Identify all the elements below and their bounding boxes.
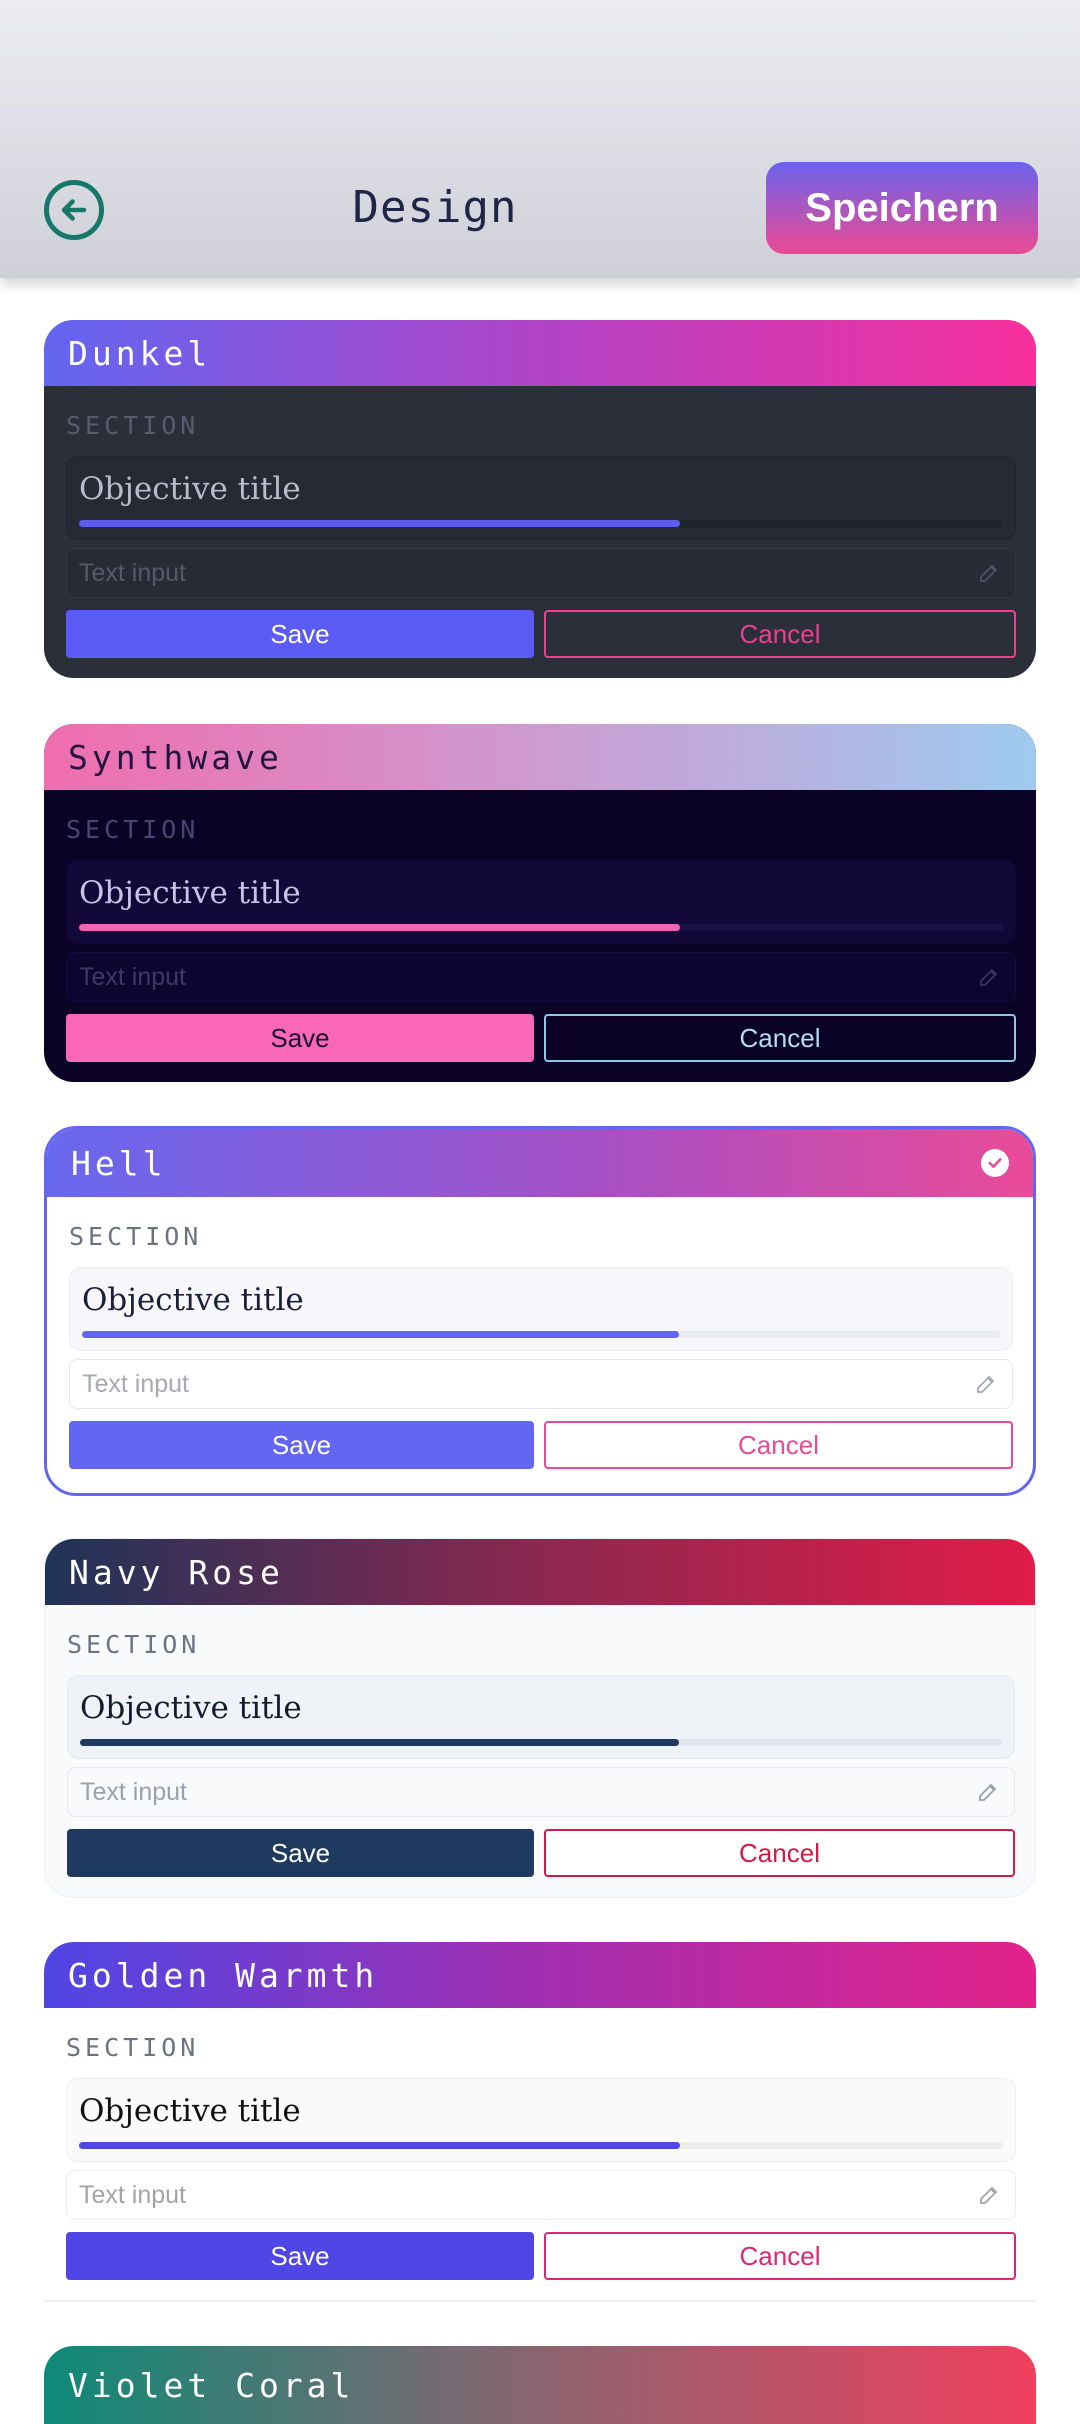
- preview-cancel-button[interactable]: Cancel: [544, 610, 1016, 658]
- theme-preview: SECTION Objective title Text input Save …: [44, 790, 1036, 1082]
- theme-preview: SECTION Objective title Text input Save …: [44, 386, 1036, 678]
- theme-name: Navy Rose: [69, 1552, 284, 1592]
- text-input[interactable]: Text input: [66, 952, 1016, 1002]
- preview-save-button[interactable]: Save: [66, 610, 534, 658]
- text-input-placeholder: Text input: [79, 962, 187, 991]
- theme-name: Golden Warmth: [68, 1955, 379, 1995]
- progress-bar: [82, 1331, 1000, 1338]
- objective-title: Objective title: [79, 875, 301, 911]
- preview-cancel-button[interactable]: Cancel: [544, 1829, 1015, 1877]
- section-label: SECTION: [69, 1222, 203, 1251]
- theme-card-violet-coral[interactable]: Violet Coral: [44, 2346, 1036, 2424]
- progress-fill: [82, 1331, 679, 1338]
- theme-card-navy-rose[interactable]: Navy Rose SECTION Objective title Text i…: [44, 1538, 1036, 1898]
- theme-card-synthwave[interactable]: Synthwave SECTION Objective title Text i…: [44, 724, 1036, 1082]
- progress-bar: [79, 2142, 1003, 2149]
- objective-title: Objective title: [79, 2093, 301, 2129]
- theme-card-golden-warmth[interactable]: Golden Warmth SECTION Objective title Te…: [44, 1942, 1036, 2302]
- preview-save-button[interactable]: Save: [69, 1421, 534, 1469]
- objective-card: Objective title: [69, 1267, 1013, 1351]
- theme-card-header: Dunkel: [44, 320, 1036, 386]
- section-label: SECTION: [67, 1630, 201, 1659]
- theme-card-header: Golden Warmth: [44, 1942, 1036, 2008]
- theme-name: Synthwave: [68, 737, 283, 777]
- button-row: Save Cancel: [67, 1829, 1015, 1877]
- text-input[interactable]: Text input: [69, 1359, 1013, 1409]
- button-row: Save Cancel: [66, 1014, 1016, 1062]
- pencil-icon: [977, 1375, 995, 1393]
- progress-bar: [80, 1739, 1002, 1746]
- objective-card: Objective title: [66, 2078, 1016, 2162]
- button-row: Save Cancel: [66, 2232, 1016, 2280]
- preview-cancel-button[interactable]: Cancel: [544, 2232, 1016, 2280]
- progress-bar: [79, 924, 1003, 931]
- preview-cancel-button[interactable]: Cancel: [544, 1014, 1016, 1062]
- progress-fill: [79, 924, 680, 931]
- theme-name: Violet Coral: [68, 2365, 355, 2405]
- text-input-placeholder: Text input: [80, 1777, 188, 1806]
- top-app-bar: Design Speichern: [0, 0, 1080, 278]
- progress-fill: [79, 520, 680, 527]
- objective-title: Objective title: [82, 1282, 304, 1318]
- theme-card-dunkel[interactable]: Dunkel SECTION Objective title Text inpu…: [44, 320, 1036, 678]
- theme-preview: SECTION Objective title Text input Save …: [45, 1605, 1035, 1897]
- theme-card-header: Synthwave: [44, 724, 1036, 790]
- button-row: Save Cancel: [66, 610, 1016, 658]
- objective-card: Objective title: [66, 456, 1016, 540]
- pencil-icon: [980, 968, 998, 986]
- theme-card-header: Navy Rose: [45, 1539, 1035, 1605]
- preview-save-button[interactable]: Save: [66, 1014, 534, 1062]
- text-input-placeholder: Text input: [82, 1369, 190, 1398]
- theme-preview: SECTION Objective title Text input Save …: [44, 2008, 1036, 2302]
- pencil-icon: [980, 564, 998, 582]
- section-label: SECTION: [66, 815, 200, 844]
- theme-card-hell[interactable]: Hell SECTION Objective title Text input …: [44, 1126, 1036, 1496]
- objective-title: Objective title: [79, 471, 301, 507]
- section-label: SECTION: [66, 2033, 200, 2062]
- objective-card: Objective title: [67, 1675, 1015, 1759]
- pencil-icon: [979, 1783, 997, 1801]
- check-circle-icon: [981, 1149, 1009, 1177]
- preview-save-button[interactable]: Save: [67, 1829, 534, 1877]
- theme-preview: SECTION Objective title Text input Save …: [47, 1197, 1033, 1493]
- progress-bar: [79, 520, 1003, 527]
- progress-fill: [79, 2142, 680, 2149]
- theme-card-header: Violet Coral: [44, 2346, 1036, 2424]
- save-button[interactable]: Speichern: [766, 162, 1038, 254]
- page-title: Design: [352, 182, 518, 233]
- text-input[interactable]: Text input: [67, 1767, 1015, 1817]
- theme-name: Hell: [71, 1143, 167, 1183]
- pencil-icon: [980, 2186, 998, 2204]
- preview-save-button[interactable]: Save: [66, 2232, 534, 2280]
- theme-name: Dunkel: [68, 333, 212, 373]
- objective-card: Objective title: [66, 860, 1016, 944]
- section-label: SECTION: [66, 411, 200, 440]
- text-input-placeholder: Text input: [79, 2180, 187, 2209]
- text-input-placeholder: Text input: [79, 558, 187, 587]
- text-input[interactable]: Text input: [66, 2170, 1016, 2220]
- theme-card-header: Hell: [47, 1129, 1033, 1197]
- button-row: Save Cancel: [69, 1421, 1013, 1469]
- text-input[interactable]: Text input: [66, 548, 1016, 598]
- progress-fill: [80, 1739, 680, 1746]
- objective-title: Objective title: [80, 1690, 302, 1726]
- preview-cancel-button[interactable]: Cancel: [544, 1421, 1013, 1469]
